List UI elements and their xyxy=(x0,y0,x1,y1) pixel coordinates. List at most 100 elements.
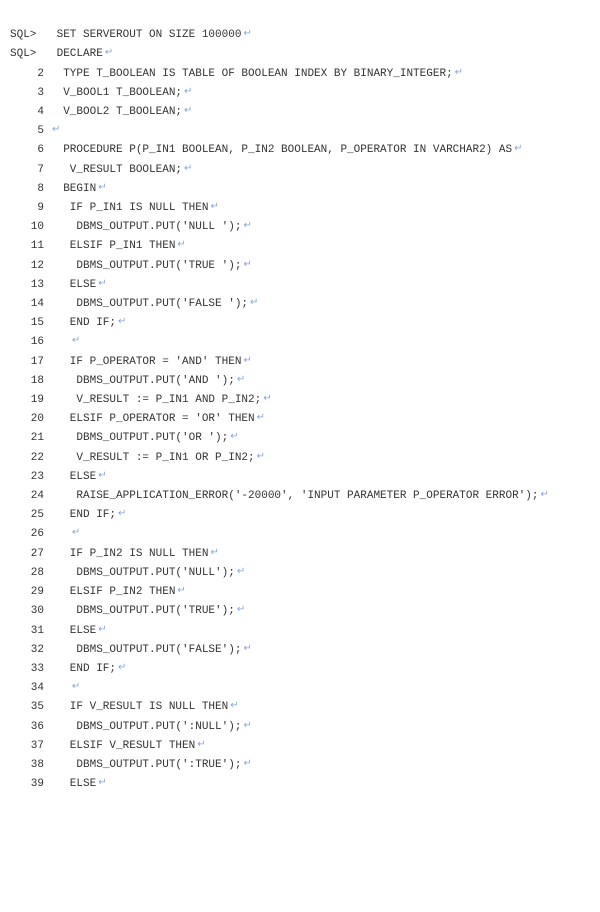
code-line: 21 DBMS_OUTPUT.PUT('OR ');↵ xyxy=(10,429,600,448)
code-text: IF V_RESULT IS NULL THEN xyxy=(44,698,228,716)
code-text: END IF; xyxy=(44,506,116,524)
line-break-marker-icon: ↵ xyxy=(241,257,251,275)
line-break-marker-icon: ↵ xyxy=(241,641,251,659)
line-number: 38 xyxy=(10,756,44,774)
code-text: DBMS_OUTPUT.PUT(':NULL'); xyxy=(44,718,241,736)
code-text: V_BOOL2 T_BOOLEAN; xyxy=(44,103,182,121)
line-break-marker-icon: ↵ xyxy=(96,468,106,486)
line-break-marker-icon: ↵ xyxy=(241,353,251,371)
line-number: 30 xyxy=(10,602,44,620)
code-line: 39 ELSE↵ xyxy=(10,775,600,794)
code-text: ELSIF V_RESULT THEN xyxy=(44,737,195,755)
line-number: 36 xyxy=(10,718,44,736)
line-number: 6 xyxy=(10,141,44,159)
line-break-marker-icon: ↵ xyxy=(538,487,548,505)
code-text: RAISE_APPLICATION_ERROR('-20000', 'INPUT… xyxy=(44,487,538,505)
line-break-marker-icon: ↵ xyxy=(195,737,205,755)
line-number: 39 xyxy=(10,775,44,793)
code-line: 32 DBMS_OUTPUT.PUT('FALSE');↵ xyxy=(10,641,600,660)
code-text: BEGIN xyxy=(44,180,96,198)
line-break-marker-icon: ↵ xyxy=(96,180,106,198)
code-line: 11 ELSIF P_IN1 THEN↵ xyxy=(10,237,600,256)
code-line: 17 IF P_OPERATOR = 'AND' THEN↵ xyxy=(10,353,600,372)
code-text: DBMS_OUTPUT.PUT('NULL'); xyxy=(44,564,235,582)
line-number: 16 xyxy=(10,333,44,351)
code-line: 4 V_BOOL2 T_BOOLEAN;↵ xyxy=(10,103,600,122)
line-number: 22 xyxy=(10,449,44,467)
code-line: 27 IF P_IN2 IS NULL THEN↵ xyxy=(10,545,600,564)
line-break-marker-icon: ↵ xyxy=(235,602,245,620)
sql-prompt: SQL> xyxy=(10,45,44,63)
line-break-marker-icon: ↵ xyxy=(96,775,106,793)
line-number: 27 xyxy=(10,545,44,563)
code-line: 33 END IF;↵ xyxy=(10,660,600,679)
code-text: DBMS_OUTPUT.PUT('NULL '); xyxy=(44,218,241,236)
line-number: 9 xyxy=(10,199,44,217)
code-text: DBMS_OUTPUT.PUT('TRUE'); xyxy=(44,602,235,620)
code-text: ELSE xyxy=(44,468,96,486)
code-text xyxy=(44,333,70,351)
code-line: 19 V_RESULT := P_IN1 AND P_IN2;↵ xyxy=(10,391,600,410)
code-line: 36 DBMS_OUTPUT.PUT(':NULL');↵ xyxy=(10,718,600,737)
code-line: 10 DBMS_OUTPUT.PUT('NULL ');↵ xyxy=(10,218,600,237)
code-text xyxy=(44,525,70,543)
line-number: 35 xyxy=(10,698,44,716)
code-text: ELSIF P_IN1 THEN xyxy=(44,237,175,255)
code-line: 15 END IF;↵ xyxy=(10,314,600,333)
code-line: 13 ELSE↵ xyxy=(10,276,600,295)
line-number: 15 xyxy=(10,314,44,332)
line-break-marker-icon: ↵ xyxy=(70,333,80,351)
code-text: ELSE xyxy=(44,622,96,640)
code-text: IF P_IN2 IS NULL THEN xyxy=(44,545,208,563)
line-break-marker-icon: ↵ xyxy=(512,141,522,159)
code-text: TYPE T_BOOLEAN IS TABLE OF BOOLEAN INDEX… xyxy=(44,65,453,83)
code-text: IF P_IN1 IS NULL THEN xyxy=(44,199,208,217)
line-break-marker-icon: ↵ xyxy=(248,295,258,313)
line-number: 18 xyxy=(10,372,44,390)
line-number: 21 xyxy=(10,429,44,447)
line-number: 20 xyxy=(10,410,44,428)
code-line: 12 DBMS_OUTPUT.PUT('TRUE ');↵ xyxy=(10,257,600,276)
line-break-marker-icon: ↵ xyxy=(175,237,185,255)
line-number: 28 xyxy=(10,564,44,582)
code-text: SET SERVEROUT ON SIZE 100000 xyxy=(44,26,241,44)
line-number: 19 xyxy=(10,391,44,409)
code-line: 20 ELSIF P_OPERATOR = 'OR' THEN↵ xyxy=(10,410,600,429)
code-text: DBMS_OUTPUT.PUT('OR '); xyxy=(44,429,228,447)
line-break-marker-icon: ↵ xyxy=(70,525,80,543)
code-text: V_RESULT := P_IN1 AND P_IN2; xyxy=(44,391,261,409)
code-line: 26 ↵ xyxy=(10,525,600,544)
code-text: END IF; xyxy=(44,660,116,678)
code-line: 30 DBMS_OUTPUT.PUT('TRUE');↵ xyxy=(10,602,600,621)
line-number: 32 xyxy=(10,641,44,659)
line-number: 17 xyxy=(10,353,44,371)
code-text: DBMS_OUTPUT.PUT(':TRUE'); xyxy=(44,756,241,774)
line-break-marker-icon: ↵ xyxy=(96,276,106,294)
line-number: 29 xyxy=(10,583,44,601)
line-number: 5 xyxy=(10,122,44,140)
line-number: 25 xyxy=(10,506,44,524)
code-line: 34 ↵ xyxy=(10,679,600,698)
code-text: PROCEDURE P(P_IN1 BOOLEAN, P_IN2 BOOLEAN… xyxy=(44,141,512,159)
code-line: 23 ELSE↵ xyxy=(10,468,600,487)
code-text: ELSE xyxy=(44,775,96,793)
line-break-marker-icon: ↵ xyxy=(103,45,113,63)
code-text: V_BOOL1 T_BOOLEAN; xyxy=(44,84,182,102)
line-number: 23 xyxy=(10,468,44,486)
code-line: 5↵ xyxy=(10,122,600,141)
line-break-marker-icon: ↵ xyxy=(116,506,126,524)
line-break-marker-icon: ↵ xyxy=(228,429,238,447)
code-line: 3 V_BOOL1 T_BOOLEAN;↵ xyxy=(10,84,600,103)
code-text: IF P_OPERATOR = 'AND' THEN xyxy=(44,353,241,371)
code-line: 35 IF V_RESULT IS NULL THEN↵ xyxy=(10,698,600,717)
line-break-marker-icon: ↵ xyxy=(96,622,106,640)
code-line: 37 ELSIF V_RESULT THEN↵ xyxy=(10,737,600,756)
line-number: 11 xyxy=(10,237,44,255)
code-line: 22 V_RESULT := P_IN1 OR P_IN2;↵ xyxy=(10,449,600,468)
line-number: 2 xyxy=(10,65,44,83)
line-break-marker-icon: ↵ xyxy=(235,564,245,582)
line-break-marker-icon: ↵ xyxy=(235,372,245,390)
code-line: 25 END IF;↵ xyxy=(10,506,600,525)
line-number: 24 xyxy=(10,487,44,505)
sql-prompt-line: SQL> SET SERVEROUT ON SIZE 100000↵ xyxy=(10,26,600,45)
